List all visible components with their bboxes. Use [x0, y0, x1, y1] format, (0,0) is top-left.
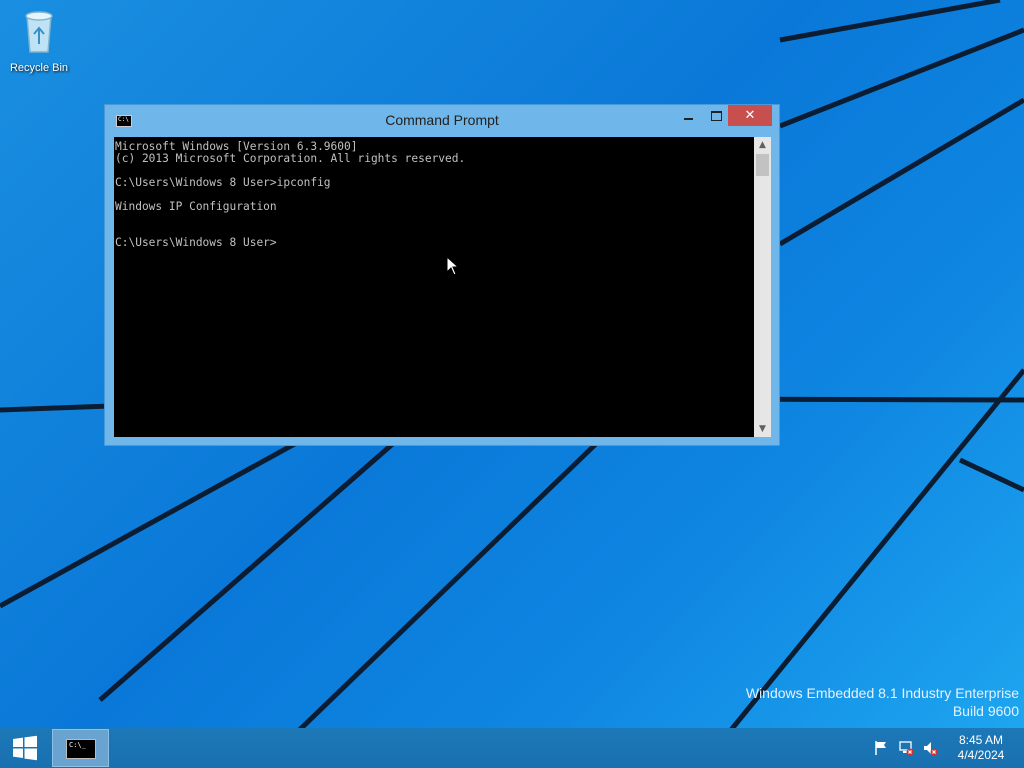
vertical-scrollbar[interactable]: ▲ ▼ — [754, 137, 771, 437]
close-button[interactable]: ✕ — [728, 105, 772, 126]
close-icon: ✕ — [744, 108, 756, 123]
mouse-pointer-icon — [446, 256, 460, 276]
maximize-icon — [710, 110, 722, 121]
desktop-icon-recycle-bin[interactable]: Recycle Bin — [6, 6, 72, 74]
console-output[interactable]: Microsoft Windows [Version 6.3.9600] (c)… — [114, 137, 754, 437]
start-button[interactable] — [0, 728, 50, 768]
network-error-icon[interactable] — [898, 740, 914, 756]
maximize-button[interactable] — [702, 105, 730, 126]
taskbar: C:\_ 8:45 AM 4/4/2024 — [0, 728, 1024, 768]
chevron-up-icon: ▲ — [759, 140, 766, 150]
recycle-bin-icon — [25, 11, 53, 53]
taskbar-item-command-prompt[interactable]: C:\_ — [52, 729, 109, 767]
scroll-thumb[interactable] — [756, 154, 769, 176]
console-text: Microsoft Windows [Version 6.3.9600] (c)… — [115, 140, 466, 249]
chevron-down-icon: ▼ — [759, 424, 766, 434]
cmd-icon: C:\_ — [66, 739, 96, 759]
minimize-icon — [683, 117, 693, 120]
clock-date: 4/4/2024 — [957, 748, 1005, 762]
scroll-down-button[interactable]: ▼ — [754, 421, 771, 437]
clock-time: 8:45 AM — [958, 733, 1004, 747]
desktop-icon-label: Recycle Bin — [9, 62, 69, 74]
action-center-flag-icon[interactable] — [873, 740, 889, 756]
watermark-build: Build 9600 — [952, 703, 1019, 719]
system-clock[interactable]: 8:45 AM 4/4/2024 — [946, 733, 1016, 763]
scroll-up-button[interactable]: ▲ — [754, 137, 771, 153]
command-prompt-window[interactable]: C:\ Command Prompt ✕ Microsoft Windows [… — [104, 104, 780, 446]
watermark-edition: Windows Embedded 8.1 Industry Enterprise — [745, 685, 1019, 701]
os-watermark: Windows Embedded 8.1 Industry Enterprise… — [746, 684, 1019, 720]
windows-logo-icon — [13, 735, 37, 761]
minimize-button[interactable] — [674, 105, 702, 126]
volume-muted-icon[interactable] — [922, 740, 938, 756]
window-titlebar[interactable]: C:\ Command Prompt ✕ — [105, 105, 779, 137]
